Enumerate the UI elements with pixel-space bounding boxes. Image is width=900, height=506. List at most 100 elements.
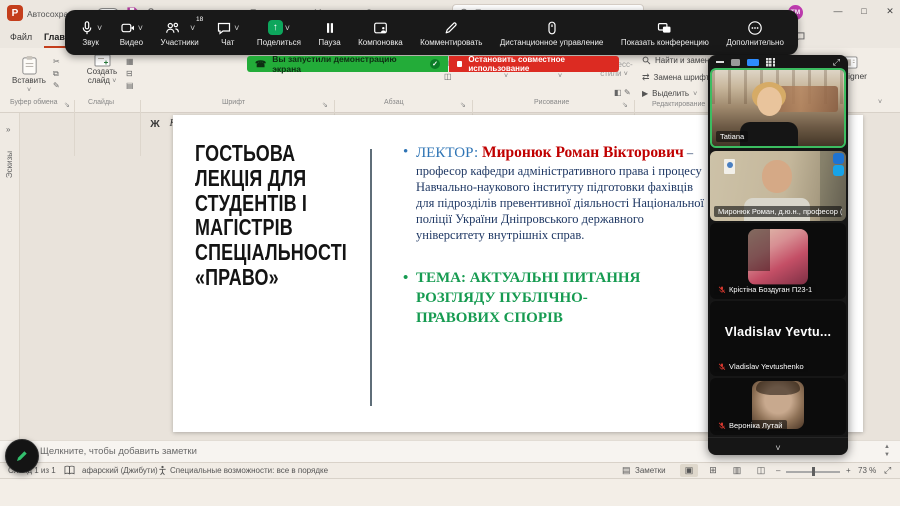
chat-chevron-icon[interactable]: [234, 23, 239, 33]
video-button[interactable]: Видео: [120, 19, 143, 47]
fit-to-window-button[interactable]: [884, 465, 891, 476]
proofing-book-icon[interactable]: [64, 465, 75, 475]
copy-icon[interactable]: ⧉: [53, 69, 59, 79]
window-maximize-button[interactable]: [852, 0, 876, 22]
drawing-dialog-launcher[interactable]: [622, 99, 628, 109]
find-button[interactable]: Найти и замени: [642, 56, 714, 65]
participant-tile-mironyuk[interactable]: Миронюк Роман, д.ю.н., професор (Д...: [710, 151, 846, 221]
zoom-meeting-toolbar: Звук Видео 18 Участники Чат Поделиться П…: [65, 10, 798, 55]
view-speaker-icon[interactable]: [731, 59, 740, 66]
view-slideshow-button[interactable]: [752, 464, 770, 477]
tab-file[interactable]: Файл: [10, 32, 32, 42]
zoom-percent[interactable]: 73 %: [858, 466, 876, 475]
pause-button[interactable]: Пауза: [318, 19, 340, 47]
paragraph-dialog-launcher[interactable]: [460, 99, 466, 109]
sound-chevron-icon[interactable]: [97, 23, 102, 33]
shape-fill-icon[interactable]: ◧: [614, 88, 622, 97]
slide-title-textbox[interactable]: ГОСТЬОВА ЛЕКЦІЯ ДЛЯ СТУДЕНТІВ І МАГІСТРІ…: [195, 141, 328, 290]
paste-button[interactable]: Вставить: [8, 54, 50, 94]
participant-tile-veronika[interactable]: Вероніка Лутай: [710, 378, 846, 435]
cut-icon[interactable]: ✂: [53, 57, 60, 66]
window-minimize-button[interactable]: [826, 0, 850, 22]
drawing-group-label: Рисование: [534, 99, 569, 106]
clipboard-dialog-launcher[interactable]: [64, 99, 70, 109]
app-badge-icon: [833, 165, 844, 176]
participant-name-label: Tatiana: [716, 131, 748, 142]
scroll-down-icon[interactable]: ▼: [884, 452, 890, 458]
bold-button[interactable]: Ж: [148, 118, 162, 130]
panel-expand-icon[interactable]: [833, 57, 840, 68]
view-gallery-grid-icon[interactable]: [766, 58, 775, 67]
participant-name-label: Vladislav Yevtushenko: [714, 361, 808, 372]
view-normal-button[interactable]: [680, 464, 698, 477]
participant-tile-tatiana[interactable]: Tatiana: [710, 68, 846, 148]
annotate-pencil-icon: [443, 20, 459, 36]
select-button[interactable]: ▶ Выделить: [642, 88, 697, 98]
chat-button[interactable]: Чат: [216, 19, 239, 47]
show-meeting-button[interactable]: Показать конференцию: [621, 19, 709, 47]
paragraph-group-label: Абзац: [384, 99, 404, 106]
pause-icon: [322, 20, 338, 36]
format-painter-icon[interactable]: ✎: [53, 81, 60, 90]
replace-fonts-button[interactable]: ⇄ Замена шрифто: [642, 72, 714, 83]
notes-toggle-icon[interactable]: [622, 465, 631, 476]
chat-icon: [216, 20, 232, 36]
annotate-button[interactable]: Комментировать: [420, 19, 482, 47]
slide-divider-line: [370, 149, 372, 406]
thumbnails-panel-label: Эскизы: [5, 151, 14, 178]
more-button[interactable]: Дополнительно: [726, 19, 784, 47]
zoom-out-button[interactable]: [776, 466, 780, 475]
shape-outline-icon[interactable]: ✎: [624, 88, 631, 97]
participants-button[interactable]: 18 Участники: [160, 19, 198, 47]
zoom-slider-knob[interactable]: [812, 467, 815, 476]
remote-control-button[interactable]: Дистанционное управление: [500, 19, 604, 47]
lecturer-bullet: ЛЕКТОР: Миронюк Роман Вікторович – профе…: [403, 143, 705, 243]
reset-slide-icon[interactable]: ⊟: [126, 69, 133, 78]
share-chevron-icon[interactable]: [285, 23, 290, 33]
accessibility-status[interactable]: Специальные возможности: все в порядке: [170, 466, 328, 475]
participants-icon: [164, 20, 181, 36]
section-icon[interactable]: ▤: [126, 81, 134, 90]
accessibility-icon[interactable]: [158, 465, 167, 476]
participant-tile-vladislav[interactable]: Vladislav Yevtu... Vladislav Yevtushenko: [710, 301, 846, 376]
collapse-ribbon-chevron-icon[interactable]: [878, 96, 882, 106]
notes-toggle-label[interactable]: Заметки: [635, 466, 666, 475]
thumbnails-panel[interactable]: Эскизы: [0, 113, 20, 440]
quick-styles-chevron-icon: [624, 69, 628, 78]
stop-sharing-button[interactable]: Остановить совместное использование: [449, 56, 619, 72]
zoom-slider[interactable]: [786, 471, 840, 473]
participant-tile-kristina[interactable]: Крістіна Боздуган П23-1: [710, 223, 846, 299]
participants-count-badge: 18: [196, 16, 203, 23]
video-chevron-icon[interactable]: [138, 23, 143, 33]
slide-body-textbox[interactable]: ЛЕКТОР: Миронюк Роман Вікторович – профе…: [403, 143, 705, 329]
view-slide-sorter-button[interactable]: [704, 464, 722, 477]
view-reading-button[interactable]: [728, 464, 746, 477]
more-ellipsis-icon: [747, 20, 763, 36]
topic-bullet: ТЕМА: АКТУАЛЬНІ ПИТАННЯ РОЗГЛЯДУ ПУБЛІЧН…: [403, 269, 658, 328]
camera-icon: [120, 20, 136, 36]
share-screen-button[interactable]: Поделиться: [257, 19, 301, 47]
annotation-fab-button[interactable]: [5, 439, 39, 473]
clipboard-group-label: Буфер обмена: [10, 99, 58, 106]
slide-layout-icon[interactable]: ▦: [126, 57, 134, 66]
scroll-up-icon[interactable]: ▲: [884, 444, 890, 450]
layout-button[interactable]: Компоновка: [358, 19, 403, 47]
panel-minimize-icon[interactable]: [716, 61, 724, 63]
statusbar: Слайд 1 из 1 афарский (Джибути) Специаль…: [0, 462, 900, 478]
window-close-button[interactable]: [878, 0, 900, 22]
font-dialog-launcher[interactable]: [322, 99, 328, 109]
muted-mic-icon: [718, 363, 726, 371]
view-strip-icon[interactable]: [747, 59, 759, 66]
align-text-icon[interactable]: ◫: [444, 72, 452, 81]
video-panel-header: [708, 55, 848, 69]
sound-button[interactable]: Звук: [79, 19, 102, 47]
language-button[interactable]: афарский (Джибути): [82, 466, 158, 475]
participant-avatar: [748, 229, 808, 285]
share-screen-icon: [268, 20, 283, 35]
zoom-in-button[interactable]: [846, 466, 851, 475]
participants-chevron-icon[interactable]: [190, 23, 195, 33]
check-icon: [430, 59, 440, 69]
new-slide-button[interactable]: Создать слайд: [80, 54, 124, 85]
replace-icon: ⇄: [642, 72, 650, 83]
panel-scroll-down-button[interactable]: [708, 437, 848, 455]
